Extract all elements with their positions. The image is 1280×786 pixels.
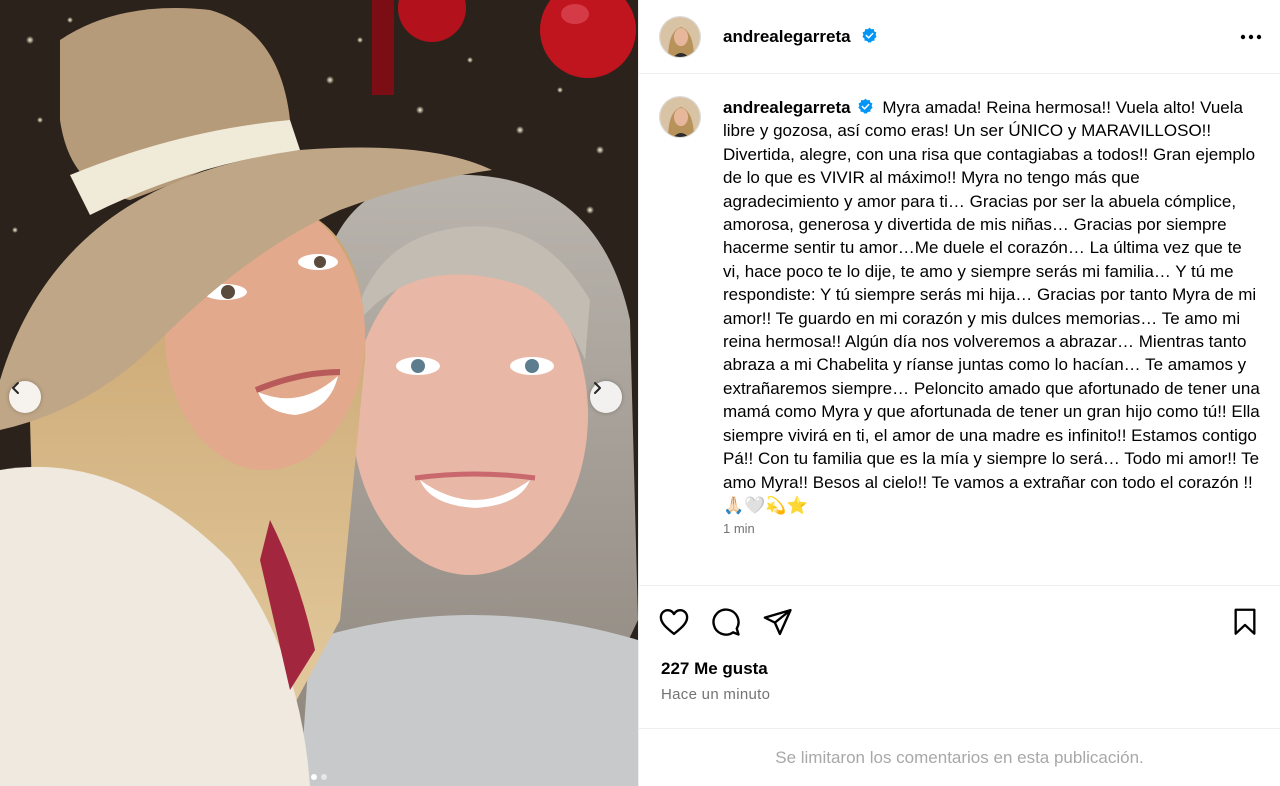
verified-badge-icon (857, 98, 873, 114)
like-button[interactable] (659, 607, 689, 637)
caption-username-text[interactable]: andrealegarreta (723, 98, 851, 117)
chevron-right-icon (594, 382, 601, 394)
author-username-text[interactable]: andrealegarreta (723, 27, 851, 46)
instagram-post-view: andrealegarreta andrealegarreta Myra ama… (0, 0, 1280, 786)
carousel-indicator (0, 774, 638, 780)
caption-body: Myra amada! Reina hermosa!! Vuela alto! … (723, 98, 1260, 515)
likes-count[interactable]: 227 Me gusta (661, 659, 768, 679)
avatar-image (660, 16, 700, 57)
caption-row: andrealegarreta Myra amada! Reina hermos… (639, 74, 1280, 517)
more-options-icon (1240, 34, 1262, 39)
author-username[interactable]: andrealegarreta (723, 27, 878, 47)
caption-author-avatar[interactable] (659, 96, 701, 138)
carousel-dot (321, 774, 327, 780)
save-button[interactable] (1230, 607, 1260, 637)
post-header: andrealegarreta (639, 0, 1280, 74)
comments-limited-notice: Se limitaron los comentarios en esta pub… (639, 728, 1280, 786)
carousel-next-button[interactable] (590, 381, 622, 413)
post-timestamp[interactable]: Hace un minuto (661, 686, 770, 703)
caption-username[interactable]: andrealegarreta (723, 98, 878, 117)
share-icon (763, 608, 792, 636)
chevron-left-icon (12, 382, 19, 394)
author-avatar[interactable] (659, 15, 701, 58)
heart-icon (659, 608, 689, 636)
avatar-image (660, 97, 700, 137)
more-options-button[interactable] (1236, 22, 1266, 52)
verified-badge-icon (862, 27, 877, 43)
post-photo[interactable] (0, 0, 638, 786)
carousel-prev-button[interactable] (9, 381, 41, 413)
caption-text: andrealegarreta Myra amada! Reina hermos… (723, 96, 1260, 517)
comment-button[interactable] (711, 607, 741, 637)
share-button[interactable] (763, 607, 793, 637)
carousel-dot-active (311, 774, 317, 780)
comment-icon (712, 608, 740, 636)
post-actions-bar (659, 604, 1260, 640)
post-side-panel: andrealegarreta andrealegarreta Myra ama… (638, 0, 1280, 786)
caption-section: andrealegarreta Myra amada! Reina hermos… (639, 74, 1280, 586)
caption-timestamp[interactable]: 1 min (723, 521, 1280, 536)
photo-illustration (0, 0, 638, 786)
bookmark-icon (1234, 608, 1256, 635)
